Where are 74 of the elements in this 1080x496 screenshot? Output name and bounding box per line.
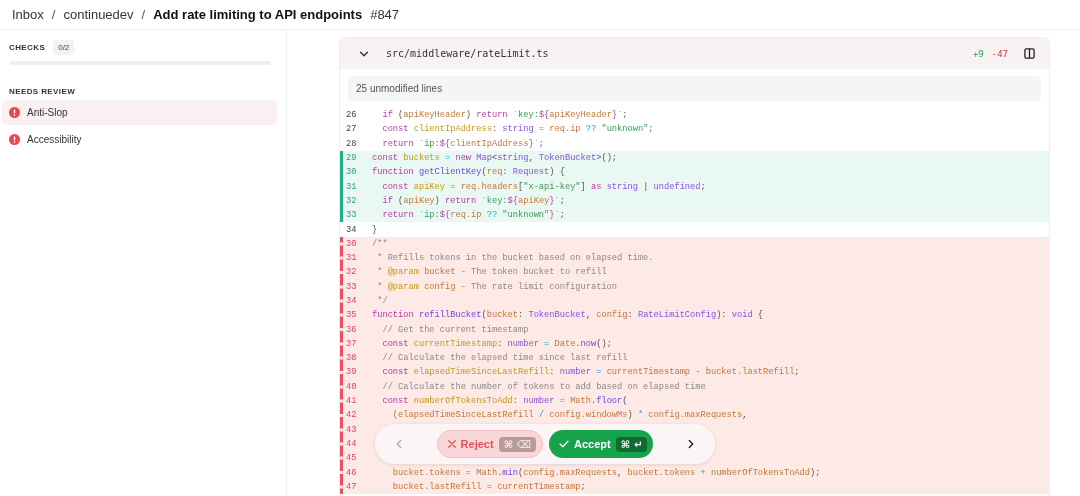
code-line: const apiKey = req.headers["x-api-key"] as string | undefined; <box>381 181 706 192</box>
code-line: bucket.tokens = Math.min(config.maxRequests, bucket.tokens + numberOfTokensToAdd); <box>391 467 821 478</box>
line-number: 40 <box>345 381 358 392</box>
shortcut-keys: ⌘ ⌫ <box>498 436 537 452</box>
line-number: 34 <box>345 224 358 235</box>
split-view-icon[interactable] <box>1024 48 1035 59</box>
code-line: return `ip:${clientIpAddress}`; <box>381 138 545 149</box>
line-number: 41 <box>345 396 358 407</box>
breadcrumb-separator: / <box>141 7 146 22</box>
check-item[interactable]: Accessibility <box>2 127 277 152</box>
code-line: const clientIpAddress: string = req.ip ?? "unknown"; <box>381 124 654 135</box>
line-number: 26 <box>345 110 358 121</box>
pull-request-number: #847 <box>370 7 400 22</box>
line-number: 45 <box>345 453 358 464</box>
breadcrumb-separator: / <box>51 7 56 22</box>
code-line: // Get the current timestamp <box>381 324 529 335</box>
error-icon <box>9 107 20 118</box>
additions-count: +9 <box>972 48 984 59</box>
line-number: 46 <box>345 467 358 478</box>
unmodified-lines-bar[interactable]: 25 unmodified lines <box>348 76 1041 101</box>
line-number: 43 <box>345 424 358 435</box>
breadcrumb-link[interactable]: Inbox <box>12 7 44 22</box>
shortcut-keys: ⌘ ↵ <box>615 436 648 452</box>
checks-count: 0/2 <box>53 40 75 55</box>
code-line: } <box>372 224 378 235</box>
code-line: * @param config - The rate limit configuration <box>376 281 618 292</box>
code-line: (elapsedTimeSinceLastRefill / config.windowMs) * config.maxRequests, <box>391 410 748 421</box>
line-number: 36 <box>345 324 358 335</box>
line-number: 47 <box>345 481 358 492</box>
line-number: 33 <box>345 210 358 221</box>
error-icon <box>9 134 20 145</box>
line-number: 34 <box>345 296 358 306</box>
line-number: 42 <box>345 410 358 421</box>
deletions-count: -47 <box>991 48 1008 59</box>
section-label: NEEDS REVIEW <box>9 87 76 96</box>
code-line: const currentTimestamp: number = Date.now(); <box>381 338 612 349</box>
file-name: src/middleware/rateLimit.ts <box>386 48 550 59</box>
line-number: 31 <box>345 181 358 192</box>
code-line: /** <box>372 238 388 249</box>
code-line: if (apiKeyHeader) return `key:${apiKeyHeader}`; <box>381 110 628 121</box>
code-line: // Calculate the number of tokens to add based on elapsed time <box>381 381 706 392</box>
line-number: 44 <box>345 438 358 449</box>
page-title: Add rate limiting to API endpoints <box>153 7 363 22</box>
section-label: CHECKS <box>9 43 46 52</box>
line-number: 32 <box>345 267 358 278</box>
line-number: 33 <box>345 281 358 292</box>
line-number: 28 <box>345 138 358 149</box>
line-number: 38 <box>345 353 358 364</box>
code-line: bucket.lastRefill = currentTimestamp; <box>391 481 586 492</box>
line-number: 37 <box>345 338 358 349</box>
check-item[interactable]: Anti-Slop <box>2 100 277 125</box>
code-line: const numberOfTokensToAdd: number = Math.floor( <box>381 396 628 407</box>
line-number: 35 <box>345 310 358 321</box>
code-line: // Calculate the elapsed time since last refill <box>381 353 628 364</box>
line-number: 29 <box>345 153 358 164</box>
code-line: const elapsedTimeSinceLastRefill: number = currentTimestamp - bucket.lastRefill; <box>381 367 800 378</box>
code-line: return `ip:${req.ip ?? "unknown"}`; <box>381 210 565 221</box>
code-line: function getClientKey(req: Request) { <box>372 167 565 178</box>
code-line: * Refills tokens in the bucket based on elapsed time. <box>376 253 654 264</box>
check-icon <box>559 440 570 448</box>
line-number: 30 <box>345 238 358 249</box>
code-line: if (apiKey) return `key:${apiKey}`; <box>381 195 565 206</box>
close-icon <box>447 440 456 448</box>
line-number: 27 <box>345 124 358 135</box>
line-number: 39 <box>345 367 358 378</box>
line-number: 32 <box>345 195 358 206</box>
code-line: * @param bucket - The token bucket to refill <box>376 267 607 278</box>
accept-button[interactable]: Accept ⌘ ↵ <box>549 430 654 458</box>
line-number: 30 <box>345 167 358 178</box>
code-line: function refillBucket(bucket: TokenBucket, config: RateLimitConfig): void { <box>372 310 764 321</box>
line-number: 31 <box>345 253 358 264</box>
code-line: const buckets = new Map<string, TokenBucket>(); <box>372 153 618 164</box>
code-line: */ <box>376 296 388 306</box>
breadcrumb-link[interactable]: continuedev <box>63 7 134 22</box>
